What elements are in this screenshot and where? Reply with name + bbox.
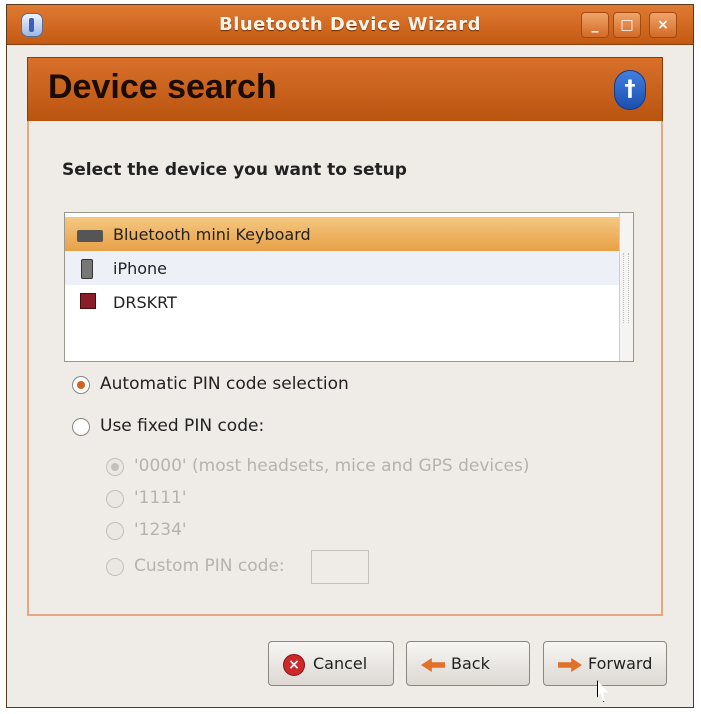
pin-0000-label: '0000' (most headsets, mice and GPS devi… <box>134 456 530 476</box>
computer-icon <box>80 293 96 309</box>
cancel-icon: × <box>283 654 305 676</box>
radio-button[interactable] <box>106 490 124 508</box>
phone-icon <box>81 259 93 279</box>
radio-button[interactable] <box>106 522 124 540</box>
scrollbar-thumb[interactable] <box>623 253 629 323</box>
custom-pin-field[interactable] <box>311 550 369 584</box>
device-list[interactable]: Bluetooth mini Keyboard iPhone DRSKRT <box>64 212 634 362</box>
page-header: Device search <box>27 57 663 122</box>
keyboard-icon <box>77 230 103 242</box>
automatic-pin-radio[interactable]: Automatic PIN code selection <box>72 373 412 397</box>
cancel-label: Cancel <box>313 654 368 673</box>
radio-button[interactable] <box>72 418 90 436</box>
device-label: iPhone <box>113 259 168 278</box>
forward-label: Forward <box>588 654 653 673</box>
device-row-bluetooth-mini-keyboard[interactable]: Bluetooth mini Keyboard <box>65 217 619 251</box>
device-label: Bluetooth mini Keyboard <box>113 225 311 244</box>
fixed-pin-label: Use fixed PIN code: <box>100 416 265 436</box>
close-button[interactable]: × <box>649 12 677 38</box>
pin-1111-radio[interactable]: '1111' <box>106 487 226 511</box>
pin-1234-radio[interactable]: '1234' <box>106 519 226 543</box>
pin-1111-label: '1111' <box>134 488 187 508</box>
minimize-button[interactable]: _ <box>581 12 609 38</box>
page-title: Device search <box>48 68 277 106</box>
forward-button[interactable]: Forward <box>543 641 667 686</box>
cancel-button[interactable]: × Cancel <box>268 641 394 686</box>
radio-button-checked[interactable] <box>106 458 124 476</box>
back-button[interactable]: Back <box>406 641 530 686</box>
arrow-right-icon <box>558 658 582 672</box>
device-row-drskrt[interactable]: DRSKRT <box>65 285 619 319</box>
device-label: DRSKRT <box>113 293 177 312</box>
pin-0000-radio[interactable]: '0000' (most headsets, mice and GPS devi… <box>106 455 576 479</box>
device-list-scrollbar[interactable] <box>619 213 633 361</box>
radio-button-checked[interactable] <box>72 376 90 394</box>
maximize-button[interactable]: □ <box>613 12 641 38</box>
pin-1234-label: '1234' <box>134 520 187 540</box>
custom-pin-radio[interactable]: Custom PIN code: <box>106 555 306 579</box>
arrow-left-icon <box>421 658 445 672</box>
instruction-label: Select the device you want to setup <box>62 160 407 180</box>
fixed-pin-radio[interactable]: Use fixed PIN code: <box>72 415 312 439</box>
radio-button[interactable] <box>106 558 124 576</box>
automatic-pin-label: Automatic PIN code selection <box>100 374 349 394</box>
bluetooth-icon <box>614 70 646 110</box>
title-bar[interactable]: Bluetooth Device Wizard _ □ × <box>7 5 693 45</box>
device-row-iphone[interactable]: iPhone <box>65 251 619 285</box>
custom-pin-label: Custom PIN code: <box>134 556 285 576</box>
back-label: Back <box>451 654 490 673</box>
